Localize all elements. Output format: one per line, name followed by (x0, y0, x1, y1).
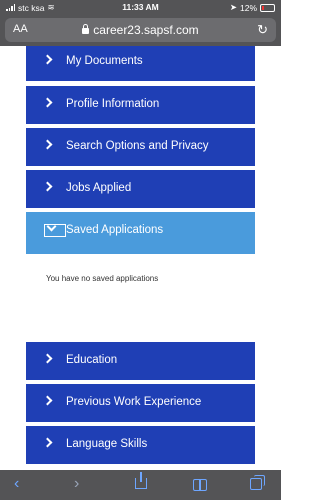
menu-item-profile-information[interactable]: Profile Information (26, 86, 255, 124)
location-icon: ➤ (229, 2, 237, 12)
menu-item-label: Saved Applications (66, 224, 164, 236)
menu-item-label: Profile Information (66, 98, 160, 110)
menu-item-label: Previous Work Experience (66, 396, 202, 408)
lock-icon (82, 24, 90, 34)
menu-item-language-skills[interactable]: Language Skills (26, 426, 255, 464)
menu-item-label: Search Options and Privacy (66, 140, 209, 152)
chevron-right-icon (42, 181, 53, 192)
battery-percent: 12% (239, 2, 257, 13)
share-icon[interactable] (135, 472, 147, 489)
url-text: career23.sapsf.com (93, 23, 199, 37)
chevron-right-icon (42, 97, 53, 108)
menu-item-label: Language Skills (66, 438, 148, 450)
back-button[interactable]: ‹ (14, 475, 19, 493)
menu-item-label: Jobs Applied (66, 182, 132, 194)
url-display[interactable]: career23.sapsf.com (5, 23, 276, 37)
menu-item-previous-work-experience[interactable]: Previous Work Experience (26, 384, 255, 422)
status-bar: stc ksa ≋ 11:33 AM ➤ 12% (0, 0, 281, 14)
menu-item-label: My Documents (66, 55, 143, 67)
chevron-right-icon (42, 54, 53, 65)
chevron-right-icon (42, 139, 53, 150)
status-right: ➤ 12% (230, 2, 275, 13)
forward-button[interactable]: › (74, 475, 79, 493)
reload-icon[interactable]: ↻ (257, 22, 268, 38)
chevron-right-icon (42, 353, 53, 364)
url-field[interactable]: AA career23.sapsf.com ↻ (5, 18, 276, 42)
battery-icon (260, 3, 275, 12)
browser-address-bar: AA career23.sapsf.com ↻ (0, 14, 281, 46)
menu-item-search-options[interactable]: Search Options and Privacy (26, 128, 255, 166)
bookmarks-icon[interactable] (193, 479, 207, 491)
chevron-right-icon (42, 395, 53, 406)
menu-item-my-documents[interactable]: My Documents (26, 46, 255, 81)
menu-item-label: Education (66, 354, 118, 366)
menu-item-saved-applications[interactable]: Saved Applications (26, 212, 255, 254)
tabs-icon[interactable] (250, 475, 265, 490)
menu-item-education[interactable]: Education (26, 342, 255, 380)
empty-state-message: You have no saved applications (46, 274, 159, 283)
chevron-right-icon (42, 437, 53, 448)
browser-toolbar: ‹ › (0, 470, 281, 500)
menu-item-jobs-applied[interactable]: Jobs Applied (26, 170, 255, 208)
page-content: My Documents Profile Information Search … (0, 46, 281, 470)
